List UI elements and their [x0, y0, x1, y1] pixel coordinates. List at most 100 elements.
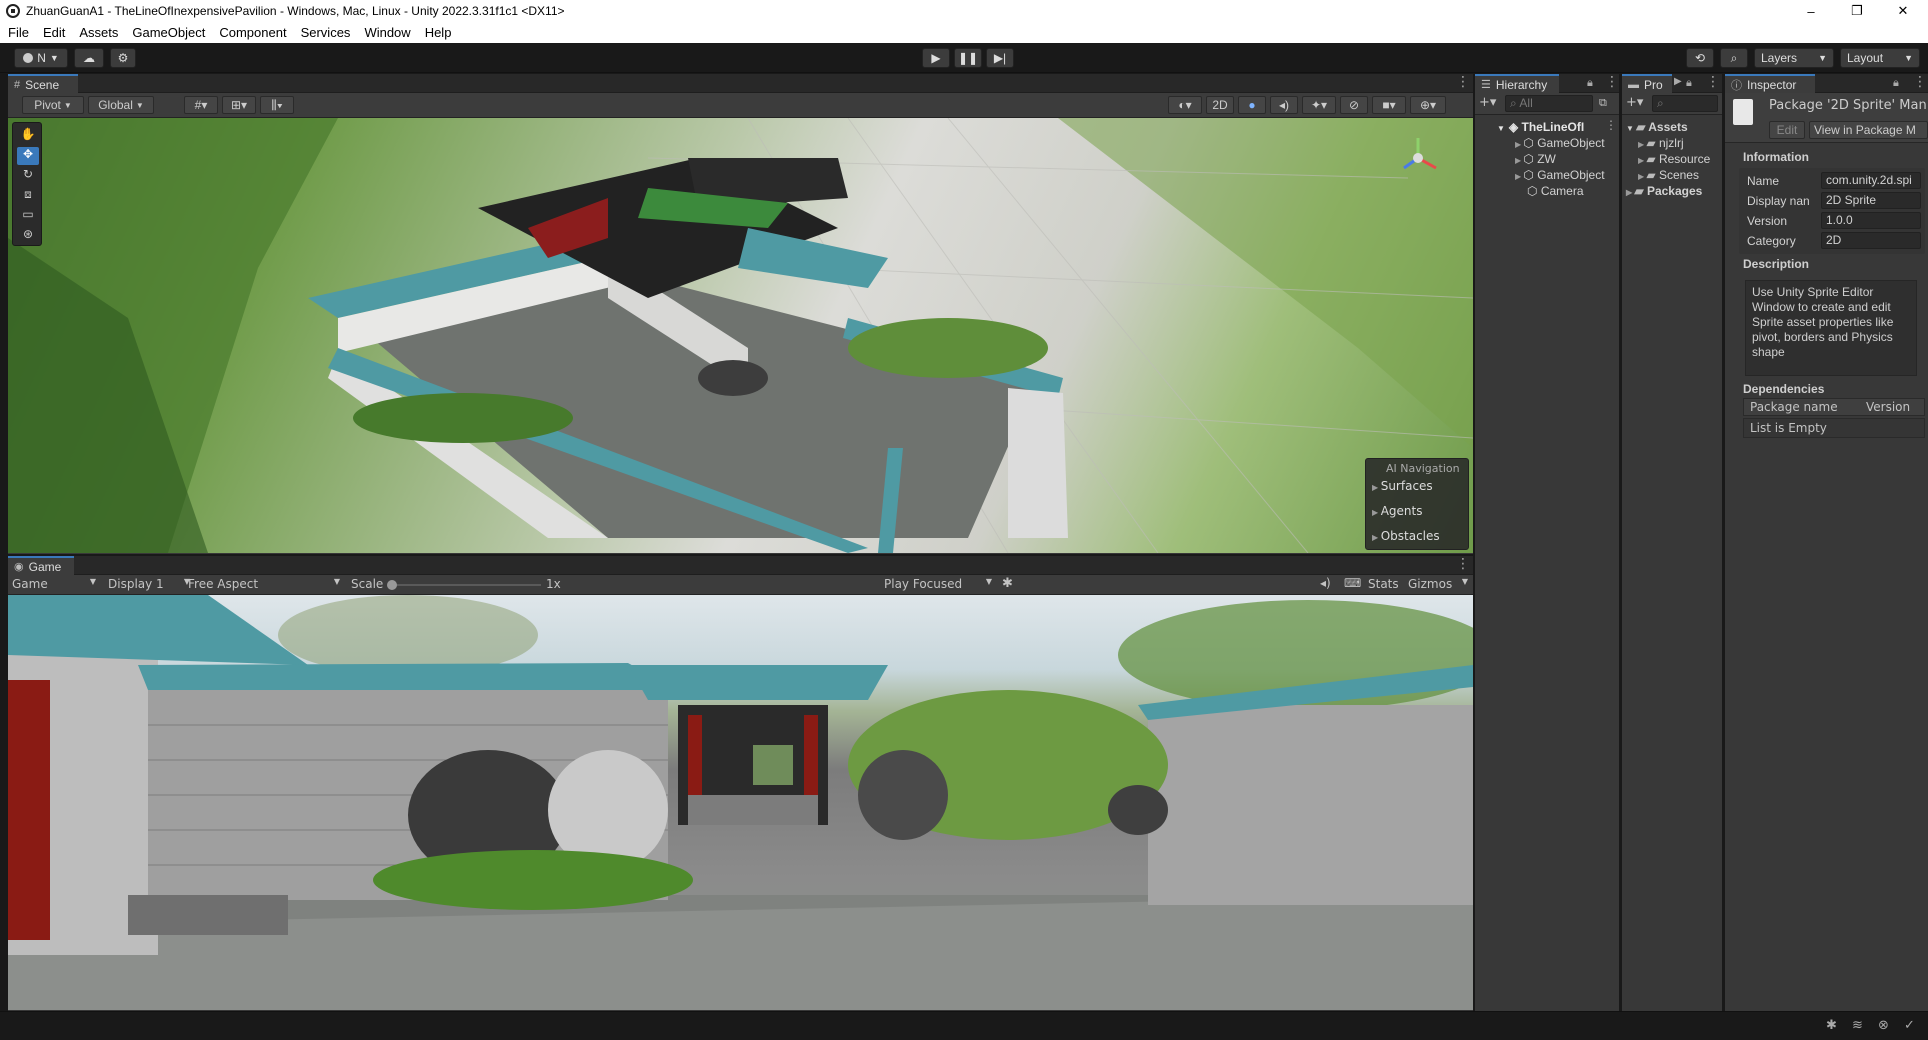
play-focused-dropdown[interactable]: Play Focused ▼ [884, 577, 992, 591]
project-create-button[interactable]: +▾ [1626, 95, 1643, 110]
menu-assets[interactable]: Assets [79, 25, 118, 40]
create-button[interactable]: +▾ [1479, 95, 1496, 110]
bug-status-icon[interactable]: ✱ [1826, 1018, 1837, 1033]
display-name-field[interactable]: 2D Sprite [1821, 192, 1921, 209]
increment-snap-button[interactable]: ⊞▾ [222, 96, 256, 114]
keyboard-icon[interactable]: ⌨ [1344, 576, 1361, 590]
layers-dropdown[interactable]: Layers ▼ [1754, 48, 1834, 68]
mute-audio-icon[interactable]: ◂) [1320, 576, 1331, 590]
tab-project[interactable]: ▬ Pro [1622, 74, 1672, 93]
inspector-menu-icon[interactable]: ⋮ [1913, 74, 1927, 90]
project-menu-icon[interactable]: ⋮ [1706, 74, 1720, 90]
hierarchy-menu-icon[interactable]: ⋮ [1605, 74, 1619, 90]
ai-nav-item-surfaces[interactable]: ▶ Surfaces [1372, 479, 1433, 493]
category-field[interactable]: 2D [1821, 232, 1921, 249]
hand-tool-icon[interactable]: ✋ [17, 127, 39, 145]
cube-icon: ⬡ [1523, 168, 1538, 182]
info-icon: ⓘ [1731, 79, 1742, 92]
shading-mode-button[interactable]: ◐▾ [1168, 96, 1202, 114]
tab-hierarchy[interactable]: ☰ Hierarchy [1475, 74, 1559, 93]
scene-item-menu-icon[interactable]: ⋮ [1605, 118, 1617, 132]
hierarchy-item[interactable]: ⬡ Camera [1527, 184, 1584, 198]
ai-nav-item-agents[interactable]: ▶ Agents [1372, 504, 1422, 518]
dep-col-package-name: Package name [1750, 400, 1838, 414]
pivot-dropdown[interactable]: Pivot ▼ [22, 96, 84, 114]
scale-slider[interactable] [387, 580, 541, 590]
transform-tool-icon[interactable]: ⊛ [17, 227, 39, 245]
dep-empty-text: List is Empty [1750, 421, 1827, 435]
scale-slider-handle[interactable] [387, 580, 397, 590]
camera-dropdown[interactable]: ■▾ [1372, 96, 1406, 114]
menu-services[interactable]: Services [301, 25, 351, 40]
edit-button[interactable]: Edit [1769, 121, 1805, 139]
lock-icon[interactable]: 🔒︎ [1893, 76, 1899, 90]
check-icon[interactable]: ✓ [1904, 1018, 1915, 1033]
version-field[interactable]: 1.0.0 [1821, 212, 1921, 229]
scene-root[interactable]: ▼ ◈ TheLineOfI [1497, 120, 1584, 134]
hierarchy-item[interactable]: ▶ ⬡ GameObject [1515, 136, 1605, 150]
name-field[interactable]: com.unity.2d.spi [1821, 172, 1921, 189]
stats-button[interactable]: Stats [1368, 577, 1399, 591]
tab-inspector[interactable]: ⓘ Inspector [1725, 74, 1815, 93]
minimize-button[interactable]: – [1788, 0, 1834, 22]
scene-viewport[interactable]: ✋ ✥ ↻ ⧈ ▭ ⊛ AI Navigation ▶ Surfaces ▶ A… [8, 118, 1473, 553]
tab-scene[interactable]: # Scene [8, 74, 78, 93]
stack-icon[interactable]: ≋ [1852, 1018, 1863, 1033]
lock-icon[interactable]: 🔒︎ [1587, 76, 1593, 90]
play-button[interactable]: ▶ [922, 48, 950, 68]
folder-packages[interactable]: ▶ ▰ Packages [1626, 184, 1702, 198]
account-button[interactable]: N ▼ [14, 48, 68, 68]
folder-item[interactable]: ▶ ▰ Resource [1638, 152, 1710, 166]
hidden-objects-toggle[interactable]: ⊘ [1340, 96, 1368, 114]
global-dropdown[interactable]: Global ▼ [88, 96, 154, 114]
rotate-tool-icon[interactable]: ↻ [17, 167, 39, 185]
folder-item[interactable]: ▶ ▰ Scenes [1638, 168, 1699, 182]
menu-component[interactable]: Component [219, 25, 286, 40]
undo-history-button[interactable]: ⟲ [1686, 48, 1714, 68]
gizmos-dropdown[interactable]: ⊕▾ [1410, 96, 1446, 114]
bug-icon[interactable]: ✱ [1002, 576, 1013, 591]
aspect-dropdown[interactable]: Free Aspect ▼ [188, 577, 340, 591]
menu-edit[interactable]: Edit [43, 25, 65, 40]
game-menu-icon[interactable]: ⋮ [1456, 556, 1470, 572]
pause-button[interactable]: ❚❚ [954, 48, 982, 68]
menu-help[interactable]: Help [425, 25, 452, 40]
folder-assets[interactable]: ▼ ▰ Assets [1626, 120, 1688, 134]
effects-dropdown[interactable]: ✦▾ [1302, 96, 1336, 114]
step-button[interactable]: ▶| [986, 48, 1014, 68]
menu-window[interactable]: Window [364, 25, 410, 40]
move-tool-icon[interactable]: ✥ [17, 147, 39, 165]
game-viewport[interactable] [8, 595, 1473, 1010]
align-button[interactable]: ⫼▾ [260, 96, 294, 114]
scale-tool-icon[interactable]: ⧈ [17, 187, 39, 205]
cloud-button[interactable]: ☁ [74, 48, 104, 68]
network-icon[interactable]: ⊗ [1878, 1018, 1889, 1033]
search-options-icon[interactable]: ⧉ [1599, 96, 1607, 110]
menu-file[interactable]: File [8, 25, 29, 40]
hierarchy-item[interactable]: ▶ ⬡ ZW [1515, 152, 1556, 166]
rect-tool-icon[interactable]: ▭ [17, 207, 39, 225]
search-button[interactable]: ⌕ [1720, 48, 1748, 68]
tab-game[interactable]: ◉ Game [8, 556, 74, 575]
ai-nav-item-obstacles[interactable]: ▶ Obstacles [1372, 529, 1440, 543]
lighting-toggle[interactable]: ● [1238, 96, 1266, 114]
scene-menu-icon[interactable]: ⋮ [1456, 74, 1470, 90]
project-search-input[interactable]: ⌕ [1652, 95, 1718, 112]
collab-button[interactable]: ⚙ [110, 48, 136, 68]
menu-gameobject[interactable]: GameObject [132, 25, 205, 40]
hierarchy-item[interactable]: ▶ ⬡ GameObject [1515, 168, 1605, 182]
lock-icon[interactable]: 🔒︎ [1686, 76, 1692, 90]
display-dropdown[interactable]: Display 1 ▼ [108, 577, 190, 591]
audio-toggle[interactable]: ◂) [1270, 96, 1298, 114]
grid-snapping-button[interactable]: #▾ [184, 96, 218, 114]
folder-item[interactable]: ▶ ▰ njzlrj [1638, 136, 1684, 150]
gizmos-game-dropdown[interactable]: Gizmos ▼ [1408, 577, 1468, 591]
view-in-package-manager-button[interactable]: View in Package M [1809, 121, 1928, 139]
layout-dropdown[interactable]: Layout ▼ [1840, 48, 1920, 68]
hierarchy-search-input[interactable]: ⌕ All [1505, 95, 1593, 112]
game-mode-dropdown[interactable]: Game ▼ [12, 577, 96, 591]
2d-toggle[interactable]: 2D [1206, 96, 1234, 114]
close-button[interactable]: ✕ [1880, 0, 1926, 22]
chevron-right-icon[interactable]: ▶ [1674, 76, 1682, 87]
maximize-button[interactable]: ❐ [1834, 0, 1880, 22]
